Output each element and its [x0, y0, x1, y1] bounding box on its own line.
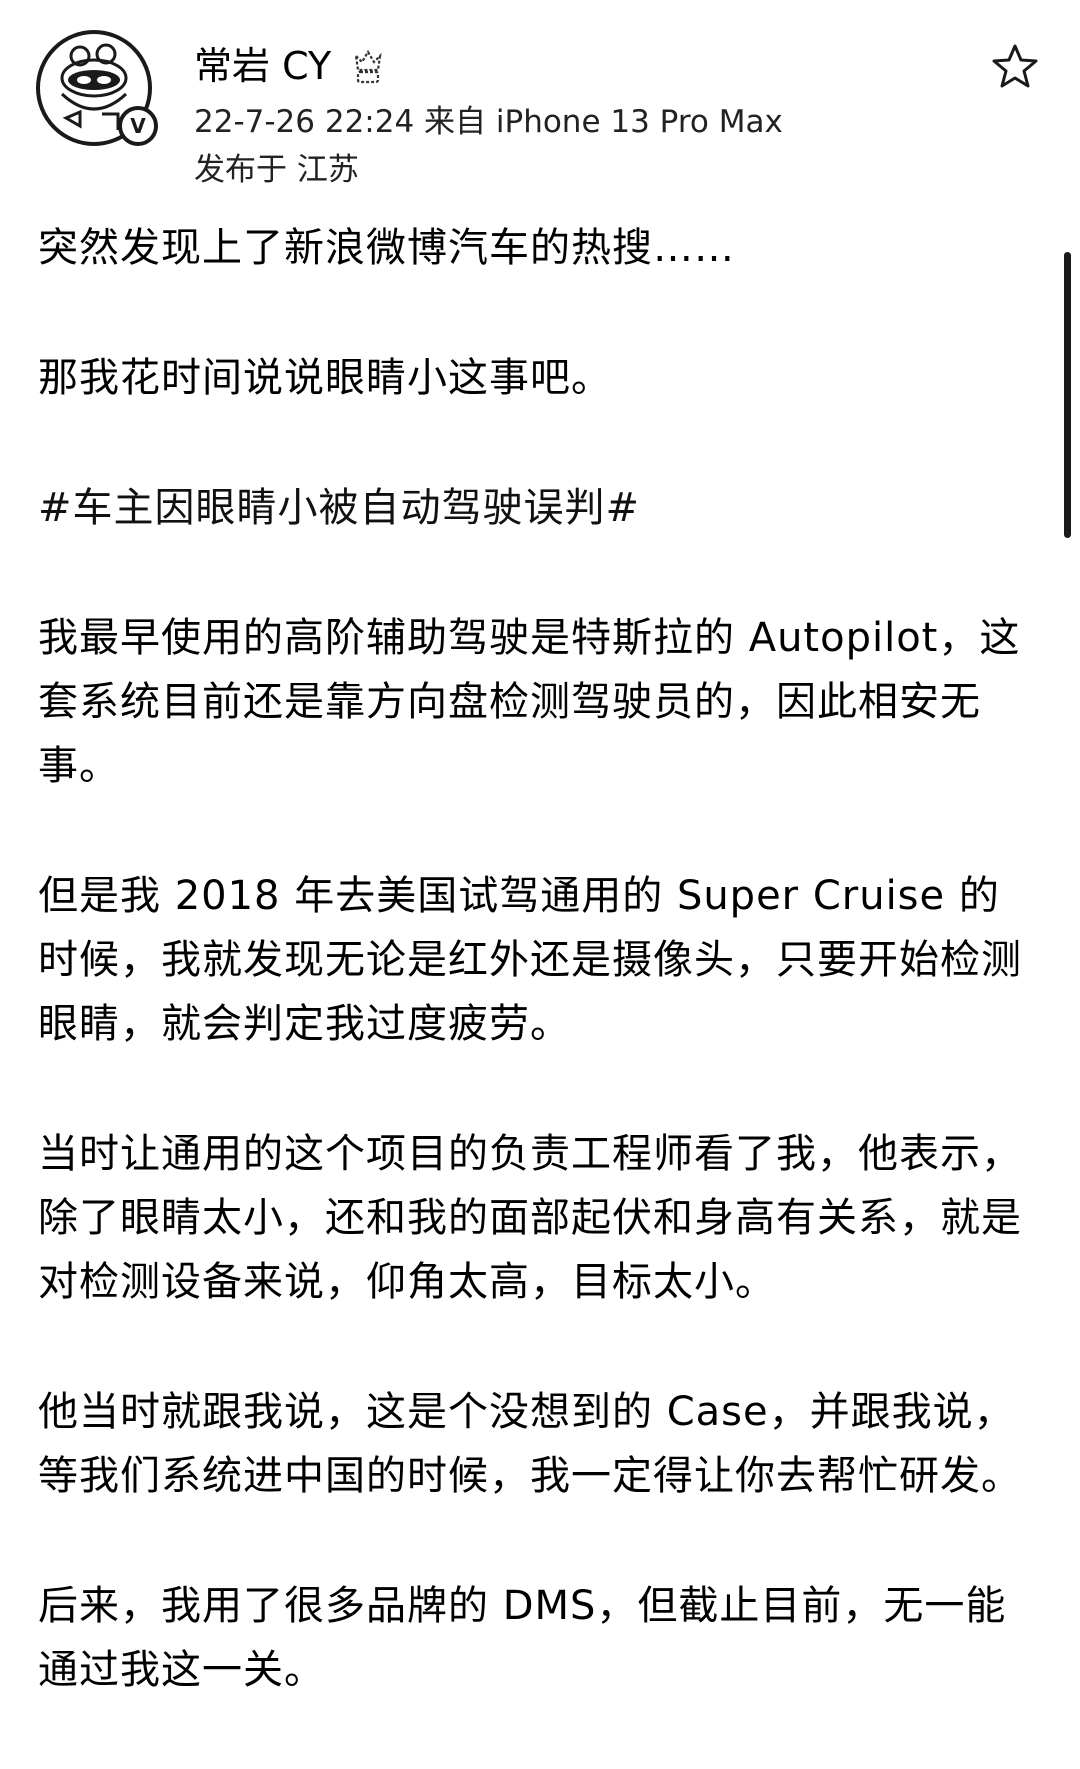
- weibo-post: V 常岩 CY 22-7-26 22:24 来自 iPhone 13 Pro M…: [0, 0, 1080, 1769]
- post-timestamp-source: 22-7-26 22:24 来自 iPhone 13 Pro Max: [194, 104, 783, 140]
- verified-badge-icon: V: [118, 106, 158, 146]
- user-name[interactable]: 常岩 CY: [194, 40, 331, 92]
- post-paragraph: 突然发现上了新浪微博汽车的热搜……: [38, 225, 735, 271]
- post-paragraph: 他当时就跟我说，这是个没想到的 Case，并跟我说，等我们系统进中国的时候，我一…: [38, 1389, 1022, 1499]
- post-paragraph: 那我花时间说说眼睛小这事吧。: [38, 355, 612, 401]
- post-paragraph: 我最早使用的高阶辅助驾驶是特斯拉的 Autopilot，这套系统目前还是靠方向盘…: [38, 615, 1021, 789]
- post-location: 发布于 江苏: [194, 152, 359, 188]
- star-icon[interactable]: [990, 42, 1040, 92]
- member-crown-icon: [354, 49, 382, 84]
- post-paragraph: 后来，我用了很多品牌的 DMS，但截止目前，无一能通过我这一关。: [38, 1583, 1007, 1693]
- hashtag-link[interactable]: #车主因眼睛小被自动驾驶误判#: [38, 476, 1038, 540]
- scrollbar-thumb[interactable]: [1064, 252, 1071, 538]
- post-paragraph: 但是我 2018 年去美国试驾通用的 Super Cruise 的时候，我就发现…: [38, 873, 1022, 1047]
- post-content: 突然发现上了新浪微博汽车的热搜…… 那我花时间说说眼睛小这事吧。 #车主因眼睛小…: [38, 216, 1038, 1768]
- post-header: V 常岩 CY 22-7-26 22:24 来自 iPhone 13 Pro M…: [0, 0, 1080, 200]
- post-paragraph: 当时让通用的这个项目的负责工程师看了我，他表示，除了眼睛太小，还和我的面部起伏和…: [38, 1131, 1022, 1305]
